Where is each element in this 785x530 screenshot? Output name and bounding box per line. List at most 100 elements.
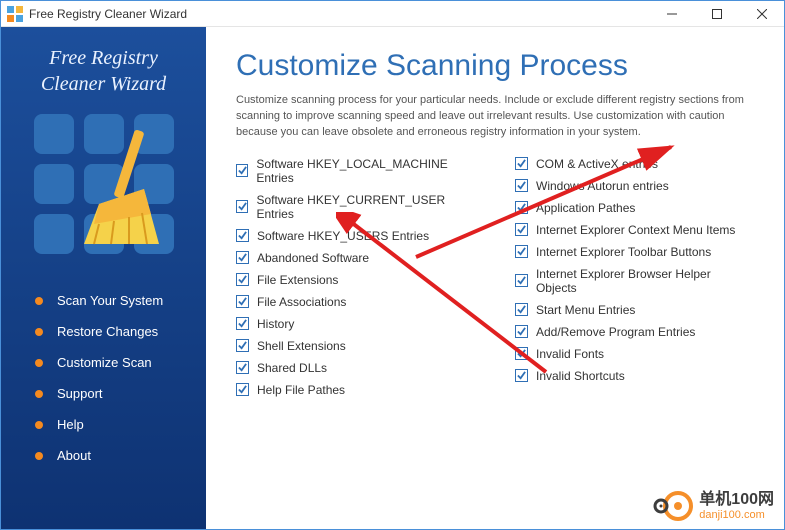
option-label: Add/Remove Program Entries (536, 325, 695, 339)
option-label: File Associations (257, 295, 346, 309)
option-row: Invalid Shortcuts (515, 369, 754, 383)
checkbox[interactable] (236, 229, 249, 242)
bullet-icon (35, 452, 43, 460)
checkbox[interactable] (515, 201, 528, 214)
options-columns: Software HKEY_LOCAL_MACHINE Entries Softw… (236, 157, 754, 405)
option-label: Software HKEY_CURRENT_USER Entries (256, 193, 475, 221)
watermark: 单机100网 danji100.com (653, 489, 774, 523)
option-row: Start Menu Entries (515, 303, 754, 317)
option-row: Software HKEY_CURRENT_USER Entries (236, 193, 475, 221)
checkbox[interactable] (515, 179, 528, 192)
sidebar-title-line1: Free Registry (49, 47, 158, 69)
sidebar-illustration (1, 109, 206, 259)
sidebar-item-label: Scan Your System (57, 293, 163, 308)
option-label: Internet Explorer Context Menu Items (536, 223, 735, 237)
sidebar-item-label: Customize Scan (57, 355, 152, 370)
app-icon (7, 6, 23, 22)
checkbox[interactable] (515, 347, 528, 360)
option-row: Help File Pathes (236, 383, 475, 397)
option-label: History (257, 317, 294, 331)
checkbox[interactable] (236, 317, 249, 330)
sidebar-title: Free Registry Cleaner Wizard (1, 45, 206, 97)
bullet-icon (35, 390, 43, 398)
checkbox[interactable] (515, 325, 528, 338)
option-row: File Extensions (236, 273, 475, 287)
sidebar-item-label: Restore Changes (57, 324, 158, 339)
sidebar-title-line2: Cleaner Wizard (41, 73, 166, 95)
sidebar: Free Registry Cleaner Wizard (1, 27, 206, 529)
option-label: Internet Explorer Browser Helper Objects (536, 267, 754, 295)
bullet-icon (35, 421, 43, 429)
option-row: History (236, 317, 475, 331)
option-row: Software HKEY_LOCAL_MACHINE Entries (236, 157, 475, 185)
window-controls (649, 1, 784, 26)
app-window: Free Registry Cleaner Wizard Free Regist… (0, 0, 785, 530)
checkbox[interactable] (236, 361, 249, 374)
option-label: Help File Pathes (257, 383, 345, 397)
checkbox[interactable] (236, 383, 249, 396)
maximize-button[interactable] (694, 1, 739, 26)
checkbox[interactable] (236, 339, 249, 352)
options-column-right: COM & ActiveX entries Windows Autorun ent… (515, 157, 754, 405)
option-row: Invalid Fonts (515, 347, 754, 361)
watermark-cn: 单机100网 (699, 491, 774, 509)
checkbox[interactable] (515, 274, 528, 287)
option-label: Windows Autorun entries (536, 179, 669, 193)
window-title: Free Registry Cleaner Wizard (29, 7, 649, 21)
option-label: Shared DLLs (257, 361, 327, 375)
option-row: Application Pathes (515, 201, 754, 215)
sidebar-item-label: Help (57, 417, 84, 432)
sidebar-item-help[interactable]: Help (1, 409, 206, 440)
sidebar-nav: Scan Your System Restore Changes Customi… (1, 285, 206, 471)
option-label: Shell Extensions (257, 339, 346, 353)
sidebar-item-label: Support (57, 386, 103, 401)
checkbox[interactable] (236, 164, 248, 177)
option-row: Windows Autorun entries (515, 179, 754, 193)
option-label: Software HKEY_USERS Entries (257, 229, 429, 243)
option-label: Software HKEY_LOCAL_MACHINE Entries (256, 157, 475, 185)
checkbox[interactable] (236, 200, 248, 213)
bullet-icon (35, 359, 43, 367)
option-row: Software HKEY_USERS Entries (236, 229, 475, 243)
checkbox[interactable] (236, 251, 249, 264)
sidebar-item-support[interactable]: Support (1, 378, 206, 409)
option-label: Internet Explorer Toolbar Buttons (536, 245, 711, 259)
sidebar-item-about[interactable]: About (1, 440, 206, 471)
options-column-left: Software HKEY_LOCAL_MACHINE Entries Softw… (236, 157, 475, 405)
bullet-icon (35, 328, 43, 336)
option-row: Shell Extensions (236, 339, 475, 353)
option-label: Application Pathes (536, 201, 635, 215)
checkbox[interactable] (236, 295, 249, 308)
option-row: Add/Remove Program Entries (515, 325, 754, 339)
close-button[interactable] (739, 1, 784, 26)
sidebar-item-scan[interactable]: Scan Your System (1, 285, 206, 316)
sidebar-item-restore[interactable]: Restore Changes (1, 316, 206, 347)
option-row: COM & ActiveX entries (515, 157, 754, 171)
watermark-url: danji100.com (699, 509, 774, 521)
checkbox[interactable] (515, 223, 528, 236)
checkbox[interactable] (515, 369, 528, 382)
option-label: Invalid Fonts (536, 347, 604, 361)
checkbox[interactable] (236, 273, 249, 286)
sidebar-item-label: About (57, 448, 91, 463)
minimize-button[interactable] (649, 1, 694, 26)
option-row: Shared DLLs (236, 361, 475, 375)
page-description: Customize scanning process for your part… (236, 93, 754, 141)
option-label: COM & ActiveX entries (536, 157, 658, 171)
bullet-icon (35, 297, 43, 305)
option-row: Internet Explorer Toolbar Buttons (515, 245, 754, 259)
watermark-icon (653, 489, 693, 523)
titlebar: Free Registry Cleaner Wizard (1, 1, 784, 27)
page-headline: Customize Scanning Process (236, 49, 754, 83)
content-area: Customize Scanning Process Customize sca… (206, 27, 784, 529)
checkbox[interactable] (515, 245, 528, 258)
option-label: File Extensions (257, 273, 338, 287)
option-label: Start Menu Entries (536, 303, 635, 317)
option-label: Invalid Shortcuts (536, 369, 625, 383)
option-label: Abandoned Software (257, 251, 369, 265)
checkbox[interactable] (515, 303, 528, 316)
option-row: Abandoned Software (236, 251, 475, 265)
watermark-text: 单机100网 danji100.com (699, 491, 774, 521)
sidebar-item-customize[interactable]: Customize Scan (1, 347, 206, 378)
checkbox[interactable] (515, 157, 528, 170)
